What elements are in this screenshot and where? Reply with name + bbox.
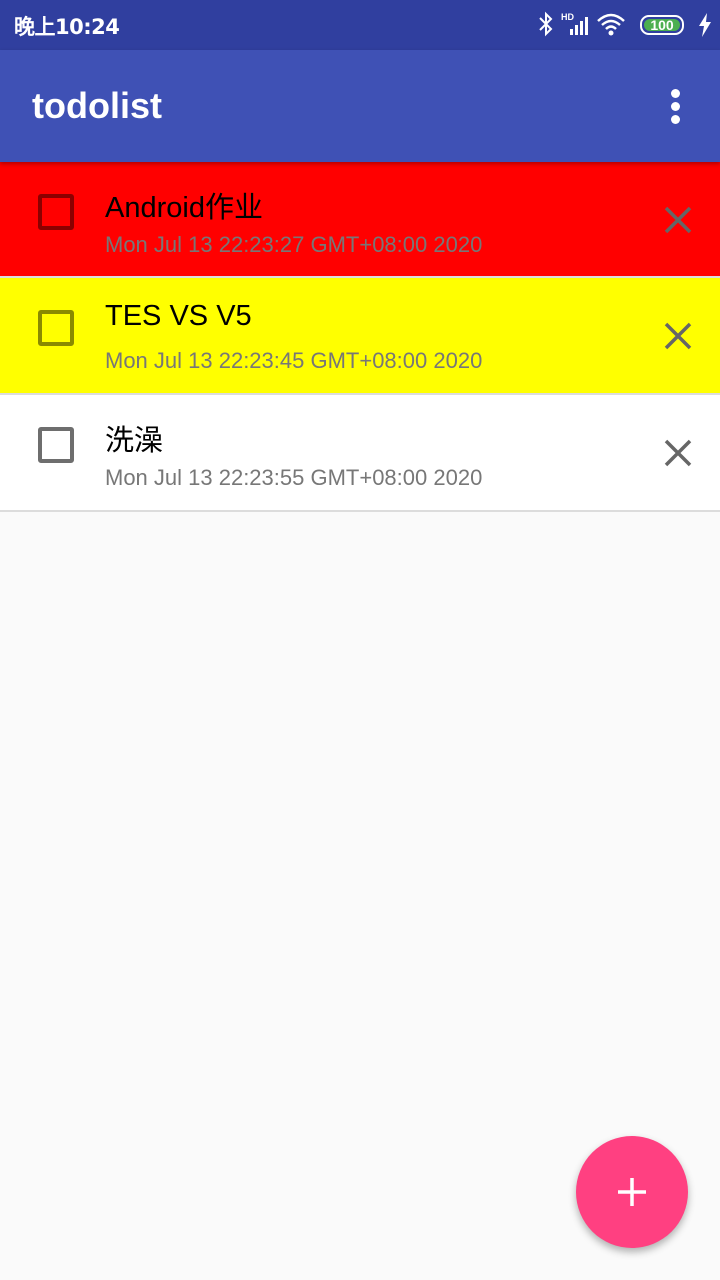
- app-title: todolist: [32, 85, 162, 126]
- todo-date: Mon Jul 13 22:23:27 GMT+08:00 2020: [105, 232, 483, 257]
- todo-item[interactable]: Android作业 Mon Jul 13 22:23:27 GMT+08:00 …: [0, 162, 720, 278]
- overflow-menu-icon[interactable]: [658, 86, 694, 126]
- status-time: 晚上10:24: [14, 15, 120, 39]
- status-bar: 晚上10:24 HD 100: [0, 0, 720, 50]
- todo-date: Mon Jul 13 22:23:55 GMT+08:00 2020: [105, 465, 483, 490]
- todo-title: Android作业: [105, 192, 263, 224]
- battery-level: 100: [650, 17, 674, 33]
- delete-icon[interactable]: [658, 316, 698, 356]
- todo-checkbox[interactable]: [38, 310, 74, 346]
- plus-icon: [618, 1178, 646, 1206]
- todo-title: TES VS V5: [105, 300, 252, 332]
- todo-checkbox[interactable]: [38, 194, 74, 230]
- todo-title: 洗澡: [105, 425, 164, 457]
- add-todo-button[interactable]: [576, 1136, 688, 1248]
- charging-icon: [699, 13, 711, 37]
- todo-item[interactable]: TES VS V5 Mon Jul 13 22:23:45 GMT+08:00 …: [0, 278, 720, 395]
- todo-date: Mon Jul 13 22:23:45 GMT+08:00 2020: [105, 348, 483, 373]
- todo-checkbox[interactable]: [38, 427, 74, 463]
- app-bar: todolist: [0, 50, 720, 162]
- battery-icon: 100: [640, 15, 684, 35]
- signal-icon: [570, 17, 588, 35]
- delete-icon[interactable]: [658, 433, 698, 473]
- todo-list: Android作业 Mon Jul 13 22:23:27 GMT+08:00 …: [0, 162, 720, 512]
- delete-icon[interactable]: [658, 200, 698, 240]
- wifi-icon: [597, 13, 625, 36]
- todo-item[interactable]: 洗澡 Mon Jul 13 22:23:55 GMT+08:00 2020: [0, 395, 720, 512]
- bluetooth-icon: [539, 11, 553, 37]
